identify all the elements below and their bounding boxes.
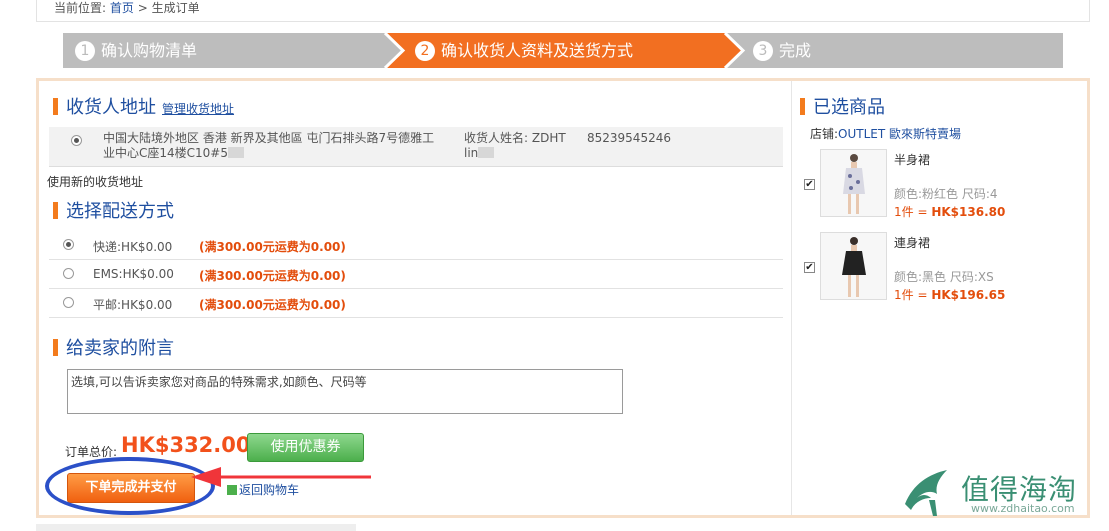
shipping-option[interactable]: EMS:HK$0.00 (满300.00元运费为0.00) <box>49 260 783 289</box>
checkout-steps: 1 确认购物清单 2 确认收货人资料及送货方式 3 完成 <box>63 33 1063 68</box>
product-name[interactable]: 連身裙 <box>894 234 930 251</box>
address-line1: 中国大陆境外地区 香港 新界及其他區 屯门石排头路7号德雅工 <box>103 131 435 145</box>
product-item: ✔ 連身裙 颜色:黑色 尺码:XS 1件 = HK$196.65 <box>798 232 1088 302</box>
product-item: ✔ 半身裙 颜色:粉红色 尺码:4 1件 = HK$136.80 <box>798 149 1088 219</box>
new-address-link[interactable]: 使用新的收货地址 <box>47 173 143 190</box>
bottom-strip <box>36 524 356 531</box>
shop-name-link[interactable]: OUTLET 歐來斯特賣場 <box>838 127 961 141</box>
selected-products: 已选商品 店铺:OUTLET 歐來斯特賣場 ✔ 半身裙 颜色:粉红色 尺码:4 … <box>791 81 1087 515</box>
seller-note-input[interactable]: 选填,可以告诉卖家您对商品的特殊需求,如颜色、尺码等 <box>67 369 623 414</box>
shipping-option-label: EMS:HK$0.00 <box>93 267 174 281</box>
checkbox-checked-icon[interactable]: ✔ <box>804 262 815 273</box>
breadcrumb-sep: > <box>137 1 148 15</box>
shipping-option-promo: (满300.00元运费为0.00) <box>199 240 346 254</box>
bird-logo-icon <box>905 470 947 516</box>
shipping-option-label: 快递:HK$0.00 <box>93 240 173 254</box>
breadcrumb: 当前位置: 首页 > 生成订单 <box>54 0 200 16</box>
address-receiver: 收货人姓名: ZDHT lin <box>464 131 574 161</box>
product-price: 1件 = HK$136.80 <box>894 203 1005 220</box>
shipping-option-promo: (满300.00元运费为0.00) <box>199 298 346 312</box>
step-2-label: 确认收货人资料及送货方式 <box>441 41 634 60</box>
dress-figure-icon <box>843 154 865 214</box>
product-qty: 1件 = <box>894 205 932 219</box>
address-text: 中国大陆境外地区 香港 新界及其他區 屯门石排头路7号德雅工 业中心C座14楼C… <box>103 131 463 161</box>
order-panel: 收货人地址 管理收货地址 中国大陆境外地区 香港 新界及其他區 屯门石排头路7号德… <box>36 78 1090 518</box>
product-price-value: HK$196.65 <box>931 288 1006 302</box>
shipping-option[interactable]: 快递:HK$0.00 (满300.00元运费为0.00) <box>49 231 783 260</box>
step-3-label: 完成 <box>779 41 812 60</box>
shipping-option[interactable]: 平邮:HK$0.00 (满300.00元运费为0.00) <box>49 289 783 318</box>
radio-icon[interactable] <box>63 268 74 279</box>
address-title: 收货人地址 <box>66 97 156 118</box>
product-thumbnail[interactable] <box>820 232 887 300</box>
step-1-label: 确认购物清单 <box>101 41 198 60</box>
section-bar-icon <box>53 339 58 356</box>
step-2-number: 2 <box>415 41 435 61</box>
product-qty: 1件 = <box>894 288 932 302</box>
note-title: 给卖家的附言 <box>66 338 174 359</box>
radio-icon[interactable] <box>63 297 74 308</box>
shipping-title: 选择配送方式 <box>66 201 174 222</box>
breadcrumb-current: 生成订单 <box>151 1 200 15</box>
shipping-option-label: 平邮:HK$0.00 <box>93 298 173 312</box>
product-attributes: 颜色:粉红色 尺码:4 <box>894 187 998 201</box>
shop-line: 店铺:OUTLET 歐來斯特賣場 <box>810 125 961 142</box>
order-form: 收货人地址 管理收货地址 中国大陆境外地区 香港 新界及其他區 屯门石排头路7号德… <box>45 81 787 515</box>
radio-selected-icon[interactable] <box>71 135 82 146</box>
selected-title: 已选商品 <box>813 97 885 118</box>
step-1-number: 1 <box>75 41 95 61</box>
breadcrumb-home-link[interactable]: 首页 <box>110 1 134 15</box>
product-thumbnail[interactable] <box>820 149 887 217</box>
step-1: 1 确认购物清单 <box>75 33 197 68</box>
product-attributes: 颜色:黑色 尺码:XS <box>894 270 994 284</box>
receiver-label: 收货人姓名: ZDHT <box>464 131 566 145</box>
redacted-block <box>478 147 495 158</box>
use-coupon-button[interactable]: 使用优惠券 <box>247 433 364 462</box>
redacted-block <box>228 147 244 158</box>
address-phone: 85239545246 <box>587 131 671 145</box>
shipping-section-title: 选择配送方式 <box>53 201 174 223</box>
radio-selected-icon[interactable] <box>63 239 74 250</box>
watermark-url: www.zdhaitao.com <box>971 502 1075 515</box>
shop-label: 店铺: <box>810 127 839 141</box>
annotation-oval <box>45 457 215 515</box>
annotation-arrow-icon <box>191 467 371 487</box>
receiver-name: lin <box>464 146 479 160</box>
selected-section-title: 已选商品 <box>800 97 885 119</box>
breadcrumb-prefix: 当前位置: <box>54 1 107 15</box>
product-price: 1件 = HK$196.65 <box>894 286 1005 303</box>
step-3-number: 3 <box>753 41 773 61</box>
product-price-value: HK$136.80 <box>931 205 1006 219</box>
shipping-option-promo: (满300.00元运费为0.00) <box>199 269 346 283</box>
section-bar-icon <box>53 98 58 115</box>
checkbox-checked-icon[interactable]: ✔ <box>804 179 815 190</box>
address-section-title: 收货人地址 管理收货地址 <box>53 97 234 120</box>
watermark-logo: 值得海淘 www.zdhaitao.com <box>899 462 1089 520</box>
section-bar-icon <box>53 202 58 219</box>
dress-figure-icon <box>842 237 866 297</box>
step-3: 3 完成 <box>753 33 811 68</box>
note-section-title: 给卖家的附言 <box>53 338 174 360</box>
product-name[interactable]: 半身裙 <box>894 151 930 168</box>
manage-address-link[interactable]: 管理收货地址 <box>162 102 234 116</box>
section-bar-icon <box>800 98 805 115</box>
address-row[interactable]: 中国大陆境外地区 香港 新界及其他區 屯门石排头路7号德雅工 业中心C座14楼C… <box>49 127 783 167</box>
address-line2: 业中心C座14楼C10#5 <box>103 146 228 160</box>
step-2: 2 确认收货人资料及送货方式 <box>415 33 633 68</box>
order-total-value: HK$332.00 <box>121 433 251 457</box>
